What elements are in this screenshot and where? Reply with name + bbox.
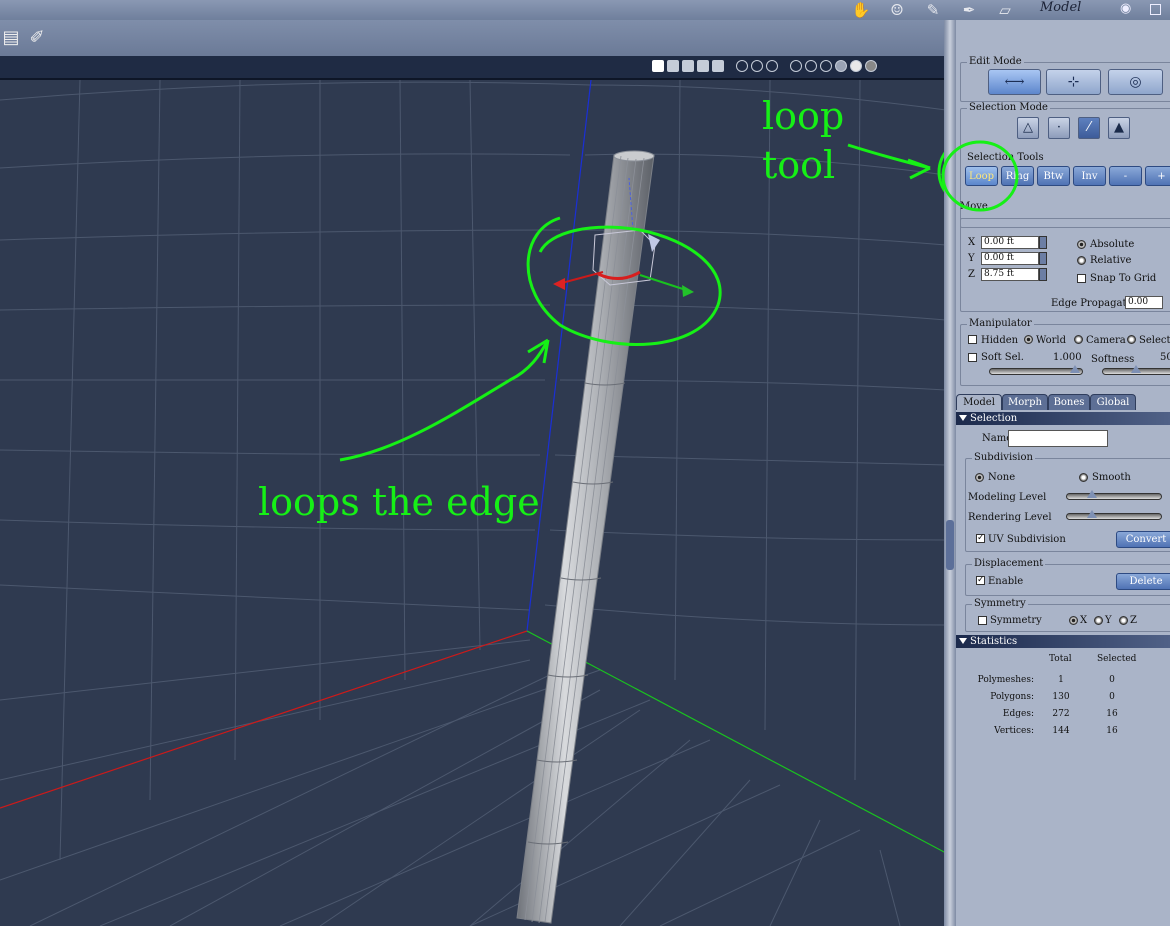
scroll-tool-icon[interactable]: ✐ [26,27,48,49]
symmetry-checkbox[interactable] [978,616,987,625]
edit-mode-group-button[interactable]: ⊹ [1046,69,1101,95]
x-axis-line [0,630,528,809]
selection-header[interactable]: Selection [956,412,1170,425]
smooth-shade-icon[interactable] [850,60,862,72]
room-title: Model [1040,0,1082,15]
edit-mode-mesh-button[interactable]: ◎ [1108,69,1163,95]
room-tabs: ✋ ☺ ✎ ✒ ▱ [850,0,1016,20]
tab-global[interactable]: Global [1090,394,1136,410]
symmetry-x-radio[interactable] [1069,616,1078,625]
camera-radio[interactable] [1074,335,1083,344]
move-z-field[interactable]: 8.75 ft [981,268,1039,281]
layout-three-icon[interactable] [682,60,694,72]
annotation-tool: tool [762,143,836,187]
wireframe-icon[interactable] [820,60,832,72]
world-radio[interactable] [1024,335,1033,344]
camera-move-icon[interactable] [805,60,817,72]
subdivision-smooth-radio[interactable] [1079,473,1088,482]
soft-select-checkbox[interactable] [968,353,977,362]
brush-icon[interactable]: ✎ [922,2,944,18]
loop-tool-highlight-circle [941,140,1019,212]
grow-button[interactable]: + [1145,166,1170,186]
select-vertex-button[interactable]: · [1048,117,1070,139]
annotation-loops-the-edge: loops the edge [258,480,540,524]
symmetry-group: Symmetry Symmetry X Y Z [965,598,1170,632]
selection-radio[interactable] [1127,335,1136,344]
between-button[interactable]: Btw [1037,166,1070,186]
subdivision-group: Subdivision None Smooth Modeling Level R… [965,452,1170,552]
edit-mode-group: Edit Mode ⟷ ⊹ ◎ [960,56,1170,102]
tab-morph[interactable]: Morph [1002,394,1048,410]
hand-icon[interactable]: ✋ [850,2,872,18]
eye-icon[interactable]: ◉ [1120,1,1131,16]
displacement-enable-checkbox[interactable]: ✓ [976,576,985,585]
edge-propagation-field[interactable]: 0.00 [1125,296,1163,309]
layout-single-icon[interactable] [652,60,664,72]
panel-tabs: Model Morph Bones Global [956,394,1170,410]
move-x-field[interactable]: 0.00 ft [981,236,1039,249]
annotation-loop: loop [762,94,845,138]
layout-four-icon[interactable] [697,60,709,72]
modeling-level-slider[interactable] [1066,490,1162,500]
hidden-checkbox[interactable] [968,335,977,344]
shield-view-icon[interactable] [736,60,748,72]
select-polygon-button[interactable]: △ [1017,117,1039,139]
maximize-icon[interactable] [1150,4,1161,15]
invert-button[interactable]: Inv [1073,166,1106,186]
move-x-spinner[interactable] [1039,236,1047,249]
top-menu-bar: ✋ ☺ ✎ ✒ ▱ Model ◉ [0,0,1170,20]
delete-button[interactable]: Delete [1116,573,1170,590]
splitter-handle[interactable] [946,520,954,570]
soft-select-slider[interactable] [989,365,1083,375]
rendering-level-slider[interactable] [1066,510,1162,520]
name-field[interactable] [1008,430,1108,447]
ruler-icon[interactable]: ▱ [994,2,1016,18]
3d-viewport[interactable]: loop tool loops the edge [0,80,946,926]
uv-subdivision-checkbox[interactable]: ✓ [976,534,985,543]
viewport-toolbar [0,56,946,80]
camera-rotate-icon[interactable] [790,60,802,72]
shield-view3-icon[interactable] [766,60,778,72]
tab-bones[interactable]: Bones [1048,394,1090,410]
select-face-button[interactable]: ▲ [1108,117,1130,139]
layout-two-icon[interactable] [667,60,679,72]
move-y-field[interactable]: 0.00 ft [981,252,1039,265]
z-axis-line [526,630,946,854]
statistics-header[interactable]: Statistics [956,635,1170,648]
edit-mode-point-button[interactable]: ⟷ [988,69,1041,95]
subdivision-none-radio[interactable] [975,473,984,482]
move-y-spinner[interactable] [1039,252,1047,265]
absolute-radio[interactable] [1077,240,1086,249]
snap-to-grid-checkbox[interactable] [1077,274,1086,283]
texture-shade-icon[interactable] [865,60,877,72]
shrink-button[interactable]: - [1109,166,1142,186]
face-icon[interactable]: ☺ [886,2,908,18]
pen-icon[interactable]: ✒ [958,2,980,18]
move-z-spinner[interactable] [1039,268,1047,281]
shield-view2-icon[interactable] [751,60,763,72]
select-edge-button[interactable]: ⁄ [1078,117,1100,139]
relative-radio[interactable] [1077,256,1086,265]
tool-strip: ▤ ✐ [0,20,946,56]
grid-tool-icon[interactable]: ▤ [0,27,22,49]
symmetry-y-radio[interactable] [1094,616,1103,625]
convert-button[interactable]: Convert [1116,531,1170,548]
displacement-group: Displacement ✓ Enable Delete [965,558,1170,596]
softness-slider[interactable] [1102,365,1170,375]
manipulator-group: Manipulator Hidden World Camera Selectio… [960,318,1170,386]
flat-shade-icon[interactable] [835,60,847,72]
move-group: X 0.00 ft Y 0.00 ft Z 8.75 ft Absolute R… [960,218,1170,312]
symmetry-z-radio[interactable] [1119,616,1128,625]
tab-model[interactable]: Model [956,394,1002,410]
layout-custom-icon[interactable] [712,60,724,72]
